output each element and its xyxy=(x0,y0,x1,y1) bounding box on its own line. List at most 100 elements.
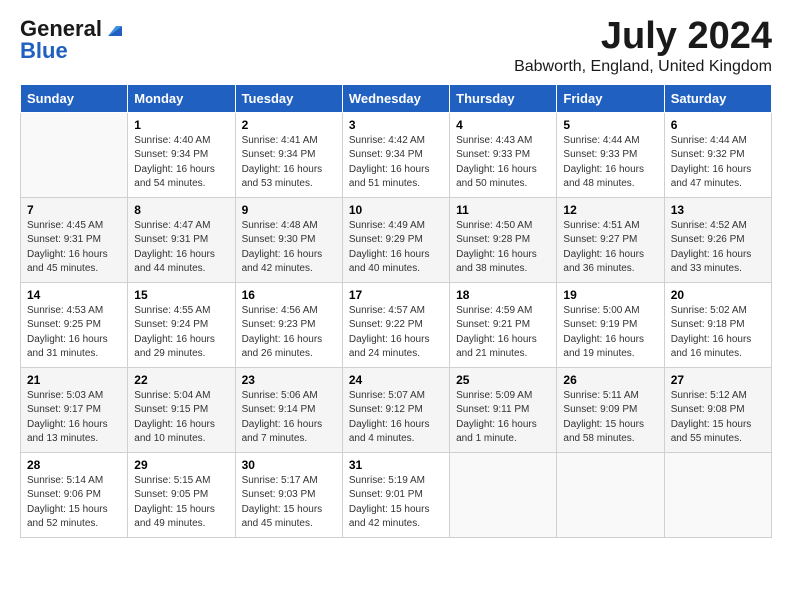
day-info: Sunrise: 5:00 AMSunset: 9:19 PMDaylight:… xyxy=(563,304,657,362)
day-cell: 21 Sunrise: 5:03 AMSunset: 9:17 PMDayligh… xyxy=(21,367,128,452)
day-cell: 9 Sunrise: 4:48 AMSunset: 9:30 PMDaylight… xyxy=(235,197,342,282)
day-number: 30 xyxy=(242,458,336,472)
day-number: 31 xyxy=(349,458,443,472)
day-number: 5 xyxy=(563,118,657,132)
day-number: 7 xyxy=(27,203,121,217)
header-day-friday: Friday xyxy=(557,84,664,112)
day-info: Sunrise: 5:17 AMSunset: 9:03 PMDaylight:… xyxy=(242,474,336,532)
day-info: Sunrise: 5:12 AMSunset: 9:08 PMDaylight:… xyxy=(671,389,765,447)
day-number: 22 xyxy=(134,373,228,387)
day-info: Sunrise: 4:51 AMSunset: 9:27 PMDaylight:… xyxy=(563,219,657,277)
day-cell: 26 Sunrise: 5:11 AMSunset: 9:09 PMDayligh… xyxy=(557,367,664,452)
day-number: 9 xyxy=(242,203,336,217)
day-info: Sunrise: 5:14 AMSunset: 9:06 PMDaylight:… xyxy=(27,474,121,532)
calendar-table: SundayMondayTuesdayWednesdayThursdayFrid… xyxy=(20,84,772,538)
day-info: Sunrise: 4:47 AMSunset: 9:31 PMDaylight:… xyxy=(134,219,228,277)
page-header: General Blue July 2024 Babworth, England… xyxy=(20,16,772,76)
day-number: 3 xyxy=(349,118,443,132)
day-cell: 31 Sunrise: 5:19 AMSunset: 9:01 PMDayligh… xyxy=(342,452,449,537)
header-day-sunday: Sunday xyxy=(21,84,128,112)
day-info: Sunrise: 4:50 AMSunset: 9:28 PMDaylight:… xyxy=(456,219,550,277)
day-number: 21 xyxy=(27,373,121,387)
day-cell: 20 Sunrise: 5:02 AMSunset: 9:18 PMDayligh… xyxy=(664,282,771,367)
day-info: Sunrise: 4:40 AMSunset: 9:34 PMDaylight:… xyxy=(134,134,228,192)
day-info: Sunrise: 4:41 AMSunset: 9:34 PMDaylight:… xyxy=(242,134,336,192)
day-number: 18 xyxy=(456,288,550,302)
day-info: Sunrise: 4:49 AMSunset: 9:29 PMDaylight:… xyxy=(349,219,443,277)
day-number: 26 xyxy=(563,373,657,387)
day-cell xyxy=(450,452,557,537)
logo-icon xyxy=(104,18,126,40)
day-info: Sunrise: 4:55 AMSunset: 9:24 PMDaylight:… xyxy=(134,304,228,362)
day-cell: 19 Sunrise: 5:00 AMSunset: 9:19 PMDayligh… xyxy=(557,282,664,367)
day-number: 15 xyxy=(134,288,228,302)
header-day-tuesday: Tuesday xyxy=(235,84,342,112)
day-number: 28 xyxy=(27,458,121,472)
day-cell: 2Sunrise: 4:41 AMSunset: 9:34 PMDaylight… xyxy=(235,112,342,197)
header-day-wednesday: Wednesday xyxy=(342,84,449,112)
week-row-1: 1Sunrise: 4:40 AMSunset: 9:34 PMDaylight… xyxy=(21,112,772,197)
day-number: 24 xyxy=(349,373,443,387)
day-info: Sunrise: 5:15 AMSunset: 9:05 PMDaylight:… xyxy=(134,474,228,532)
day-info: Sunrise: 5:11 AMSunset: 9:09 PMDaylight:… xyxy=(563,389,657,447)
day-number: 8 xyxy=(134,203,228,217)
day-info: Sunrise: 4:44 AMSunset: 9:33 PMDaylight:… xyxy=(563,134,657,192)
day-number: 10 xyxy=(349,203,443,217)
day-cell: 30 Sunrise: 5:17 AMSunset: 9:03 PMDayligh… xyxy=(235,452,342,537)
day-number: 20 xyxy=(671,288,765,302)
day-info: Sunrise: 4:57 AMSunset: 9:22 PMDaylight:… xyxy=(349,304,443,362)
calendar-body: 1Sunrise: 4:40 AMSunset: 9:34 PMDaylight… xyxy=(21,112,772,537)
day-number: 12 xyxy=(563,203,657,217)
day-number: 11 xyxy=(456,203,550,217)
day-cell xyxy=(21,112,128,197)
day-info: Sunrise: 4:59 AMSunset: 9:21 PMDaylight:… xyxy=(456,304,550,362)
day-cell: 6Sunrise: 4:44 AMSunset: 9:32 PMDaylight… xyxy=(664,112,771,197)
day-info: Sunrise: 5:04 AMSunset: 9:15 PMDaylight:… xyxy=(134,389,228,447)
day-cell: 22 Sunrise: 5:04 AMSunset: 9:15 PMDayligh… xyxy=(128,367,235,452)
day-number: 27 xyxy=(671,373,765,387)
day-number: 14 xyxy=(27,288,121,302)
day-cell: 23Sunrise: 5:06 AMSunset: 9:14 PMDayligh… xyxy=(235,367,342,452)
header-day-thursday: Thursday xyxy=(450,84,557,112)
day-info: Sunrise: 4:53 AMSunset: 9:25 PMDaylight:… xyxy=(27,304,121,362)
day-cell: 27 Sunrise: 5:12 AMSunset: 9:08 PMDayligh… xyxy=(664,367,771,452)
day-cell: 29 Sunrise: 5:15 AMSunset: 9:05 PMDayligh… xyxy=(128,452,235,537)
header-day-monday: Monday xyxy=(128,84,235,112)
calendar-header: SundayMondayTuesdayWednesdayThursdayFrid… xyxy=(21,84,772,112)
day-info: Sunrise: 5:03 AMSunset: 9:17 PMDaylight:… xyxy=(27,389,121,447)
day-cell xyxy=(557,452,664,537)
day-cell: 12 Sunrise: 4:51 AMSunset: 9:27 PMDayligh… xyxy=(557,197,664,282)
day-cell: 8 Sunrise: 4:47 AMSunset: 9:31 PMDaylight… xyxy=(128,197,235,282)
day-cell: 7Sunrise: 4:45 AMSunset: 9:31 PMDaylight… xyxy=(21,197,128,282)
day-number: 16 xyxy=(242,288,336,302)
day-cell xyxy=(664,452,771,537)
day-number: 17 xyxy=(349,288,443,302)
day-cell: 11 Sunrise: 4:50 AMSunset: 9:28 PMDayligh… xyxy=(450,197,557,282)
day-number: 29 xyxy=(134,458,228,472)
day-info: Sunrise: 4:52 AMSunset: 9:26 PMDaylight:… xyxy=(671,219,765,277)
day-cell: 17 Sunrise: 4:57 AMSunset: 9:22 PMDayligh… xyxy=(342,282,449,367)
day-info: Sunrise: 5:02 AMSunset: 9:18 PMDaylight:… xyxy=(671,304,765,362)
day-cell: 15 Sunrise: 4:55 AMSunset: 9:24 PMDayligh… xyxy=(128,282,235,367)
day-cell: 4Sunrise: 4:43 AMSunset: 9:33 PMDaylight… xyxy=(450,112,557,197)
day-number: 4 xyxy=(456,118,550,132)
day-info: Sunrise: 5:07 AMSunset: 9:12 PMDaylight:… xyxy=(349,389,443,447)
day-info: Sunrise: 4:42 AMSunset: 9:34 PMDaylight:… xyxy=(349,134,443,192)
week-row-4: 21 Sunrise: 5:03 AMSunset: 9:17 PMDayligh… xyxy=(21,367,772,452)
day-info: Sunrise: 5:06 AMSunset: 9:14 PMDaylight:… xyxy=(242,389,336,447)
day-cell: 3 Sunrise: 4:42 AMSunset: 9:34 PMDaylight… xyxy=(342,112,449,197)
day-cell: 14 Sunrise: 4:53 AMSunset: 9:25 PMDayligh… xyxy=(21,282,128,367)
week-row-2: 7Sunrise: 4:45 AMSunset: 9:31 PMDaylight… xyxy=(21,197,772,282)
week-row-3: 14 Sunrise: 4:53 AMSunset: 9:25 PMDayligh… xyxy=(21,282,772,367)
day-number: 25 xyxy=(456,373,550,387)
subtitle: Babworth, England, United Kingdom xyxy=(514,58,772,76)
day-number: 19 xyxy=(563,288,657,302)
day-cell: 1Sunrise: 4:40 AMSunset: 9:34 PMDaylight… xyxy=(128,112,235,197)
day-cell: 10 Sunrise: 4:49 AMSunset: 9:29 PMDayligh… xyxy=(342,197,449,282)
day-info: Sunrise: 5:19 AMSunset: 9:01 PMDaylight:… xyxy=(349,474,443,532)
title-block: July 2024 Babworth, England, United King… xyxy=(514,16,772,76)
day-info: Sunrise: 4:48 AMSunset: 9:30 PMDaylight:… xyxy=(242,219,336,277)
main-title: July 2024 xyxy=(514,16,772,58)
day-cell: 28 Sunrise: 5:14 AMSunset: 9:06 PMDayligh… xyxy=(21,452,128,537)
day-cell: 24 Sunrise: 5:07 AMSunset: 9:12 PMDayligh… xyxy=(342,367,449,452)
